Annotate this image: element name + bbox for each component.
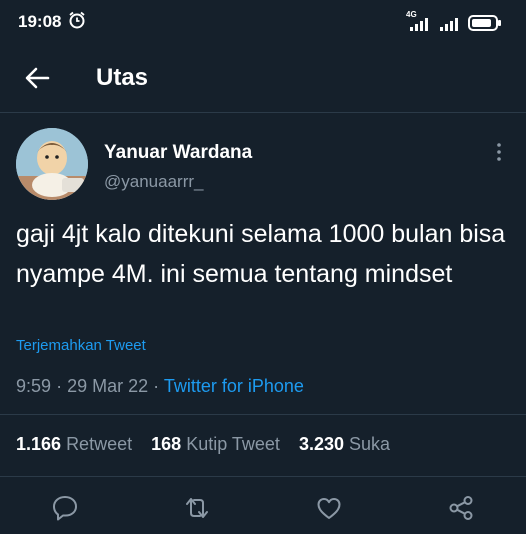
stat-label: Retweet [66, 434, 133, 454]
stat-label: Kutip Tweet [186, 434, 280, 454]
translate-tweet-link[interactable]: Terjemahkan Tweet [16, 337, 146, 354]
stat-number: 1.166 [16, 434, 62, 454]
avatar-image [16, 128, 88, 200]
top-bar: Utas [0, 44, 526, 112]
like-count[interactable]: 3.230 Suka [299, 434, 390, 454]
tweet-source-link[interactable]: Twitter for iPhone [164, 376, 304, 396]
username[interactable]: @yanuaarrr_ [104, 172, 203, 192]
tweet-time: 9:59 [16, 376, 52, 396]
quote-tweet-count[interactable]: 168 Kutip Tweet [151, 434, 280, 454]
stat-number: 168 [151, 434, 182, 454]
divider [0, 414, 526, 415]
share-icon[interactable] [447, 494, 475, 522]
tweet-meta: 9:59 · 29 Mar 22 · Twitter for iPhone [16, 376, 304, 397]
divider [0, 476, 526, 477]
status-time: 19:08 [18, 12, 62, 31]
avatar[interactable] [16, 128, 88, 200]
arrow-left-icon[interactable] [24, 66, 50, 90]
signal-icon [410, 18, 428, 31]
meta-separator: · [153, 376, 160, 396]
retweet-count[interactable]: 1.166 Retweet [16, 434, 132, 454]
meta-separator: · [56, 376, 63, 396]
more-options-icon[interactable] [492, 140, 506, 164]
engagement-stats: 1.166 Retweet 168 Kutip Tweet 3.230 Suka [16, 434, 404, 455]
battery-icon [468, 15, 501, 31]
display-name[interactable]: Yanuar Wardana [104, 142, 252, 164]
retweet-icon[interactable] [183, 494, 211, 522]
signal-icons: 4G [404, 10, 502, 32]
stat-label: Suka [349, 434, 391, 454]
stat-number: 3.230 [298, 434, 344, 454]
reply-icon[interactable] [51, 494, 79, 522]
page-title: Utas [96, 64, 149, 91]
signal-icon [440, 18, 458, 31]
tweet-date: 29 Mar 22 [67, 376, 149, 396]
like-icon[interactable] [315, 494, 343, 522]
tweet-text: gaji 4jt kalo ditekuni selama 1000 bulan… [16, 220, 506, 288]
status-bar: 19:08 4G [0, 0, 526, 44]
divider [0, 112, 526, 113]
alarm-icon [69, 11, 85, 29]
